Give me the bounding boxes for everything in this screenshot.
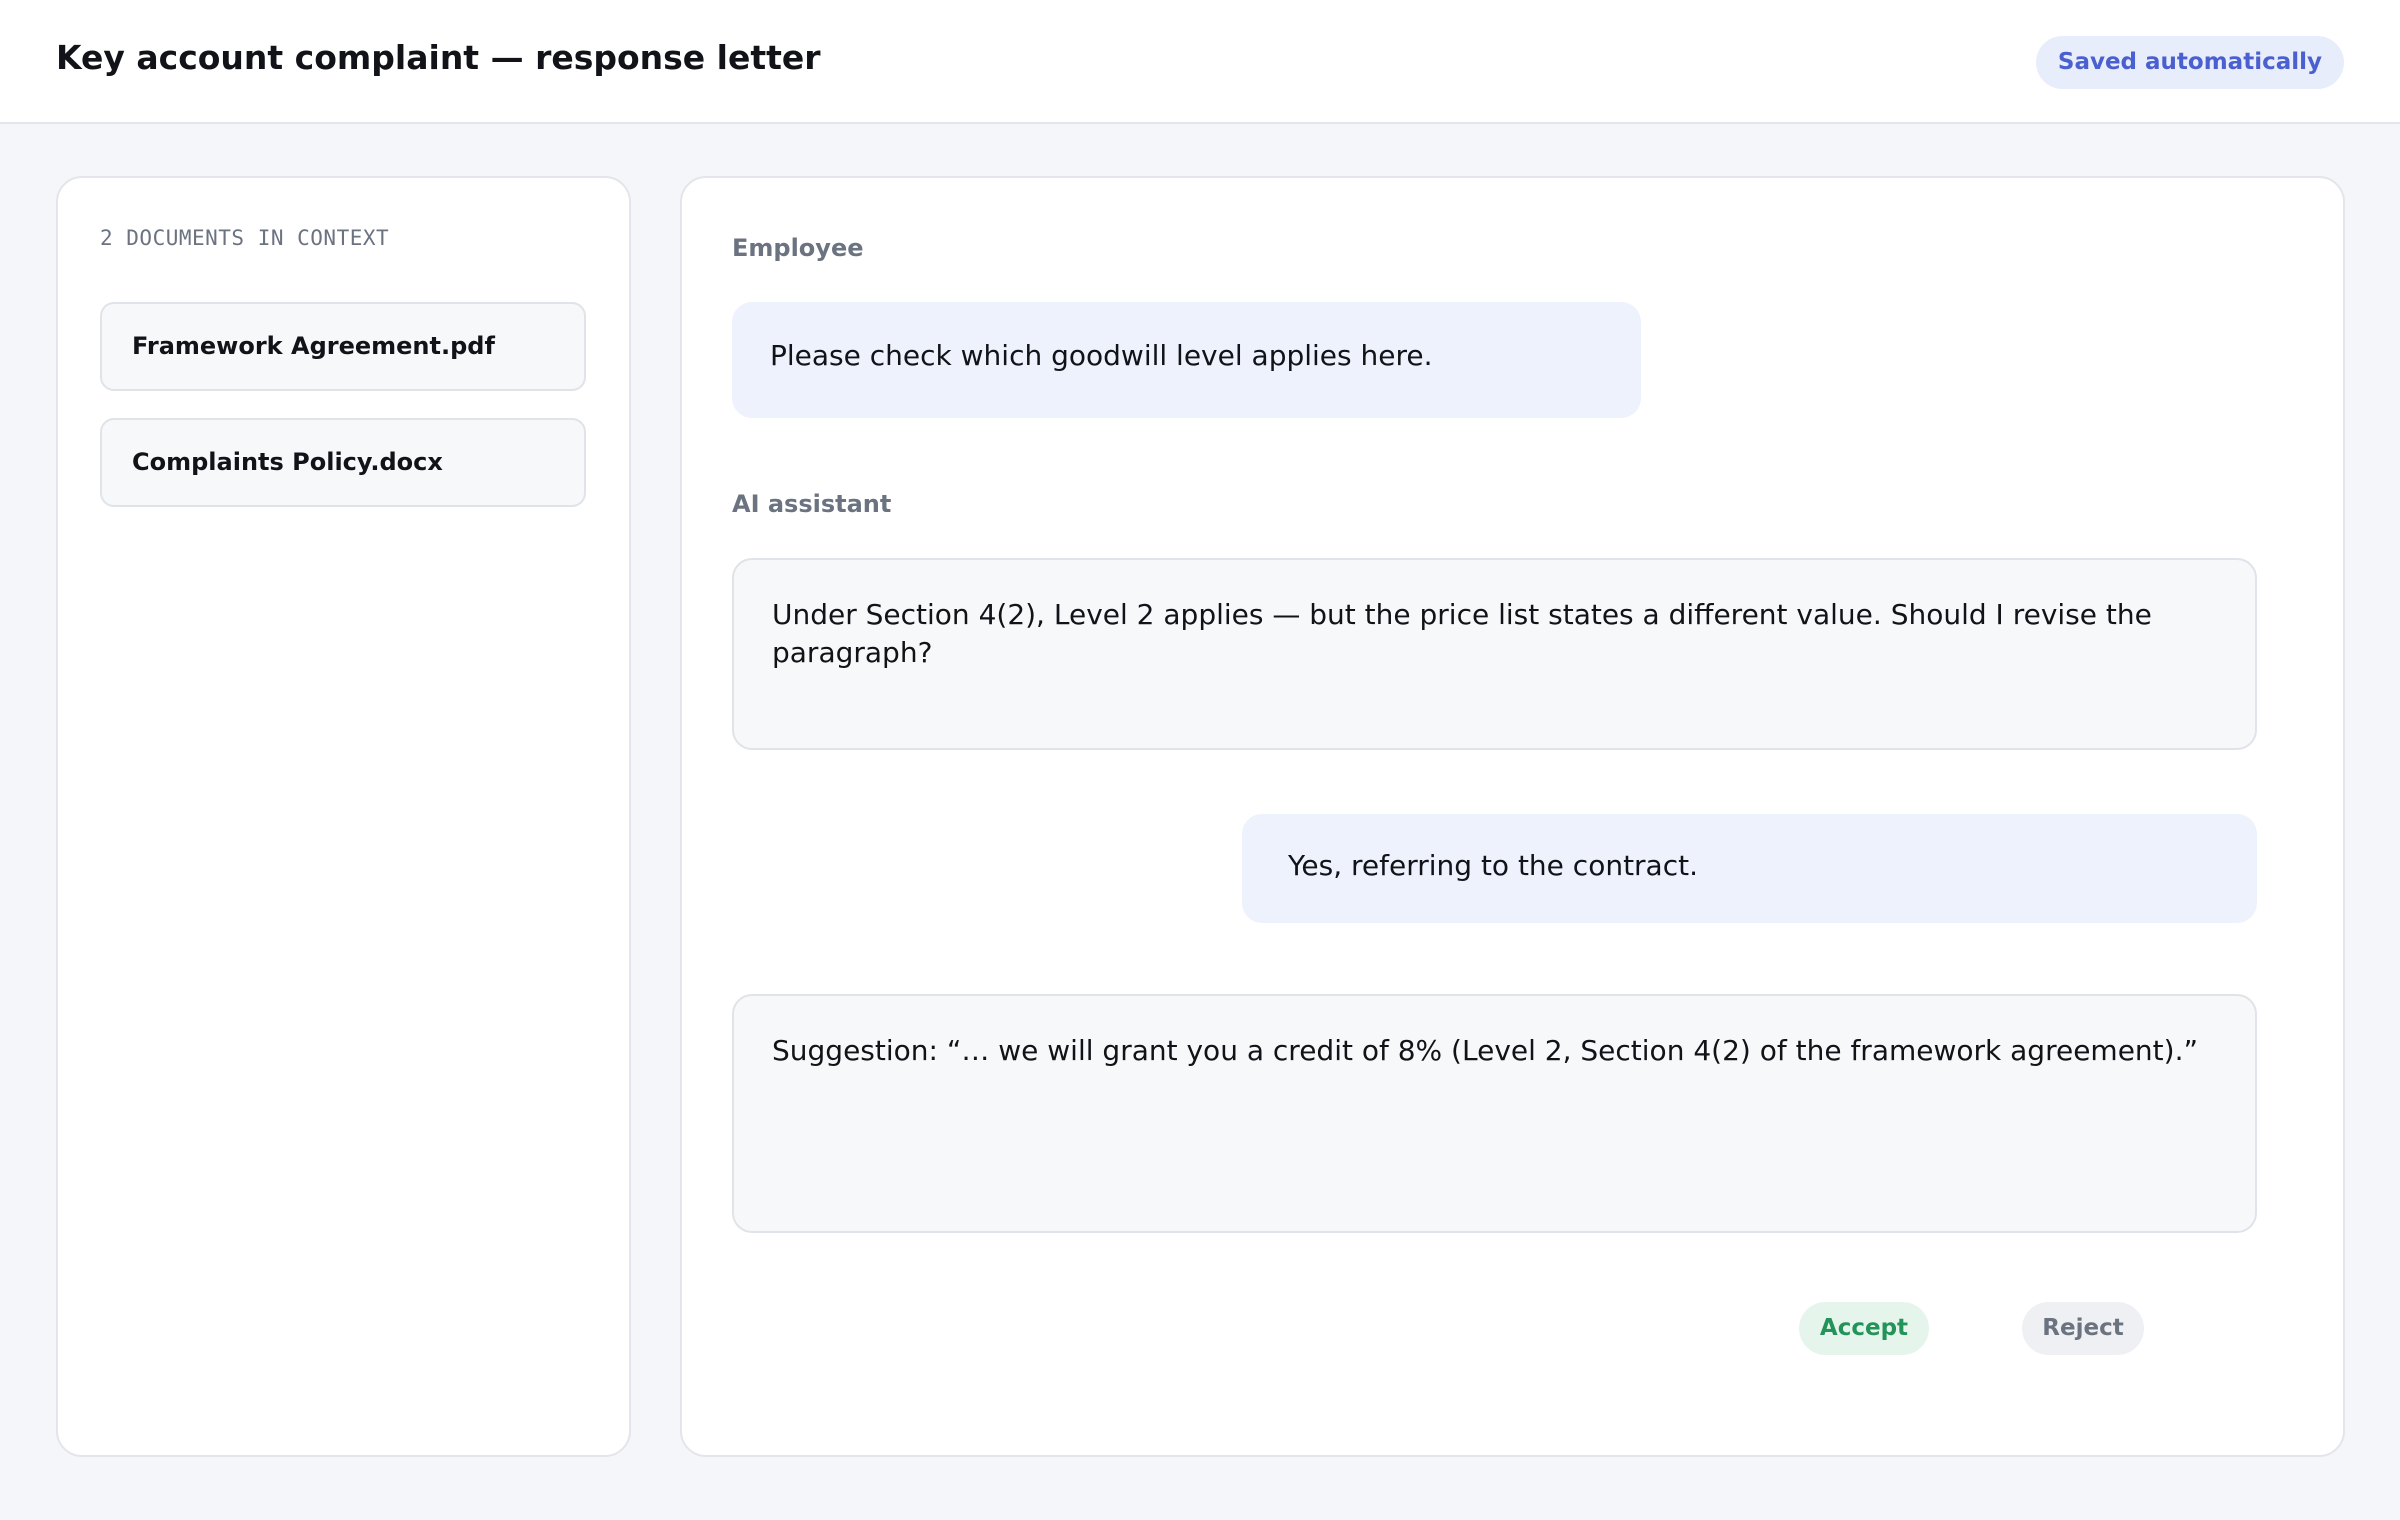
saved-status-badge: Saved automatically — [2035, 36, 2344, 89]
context-documents-label: 2 DOCUMENTS IN CONTEXT — [100, 226, 390, 250]
ai-suggestion-message: Suggestion: “… we will grant you a credi… — [732, 994, 2257, 1233]
speaker-label-employee: Employee — [732, 234, 864, 262]
document-card-complaints-policy[interactable]: Complaints Policy.docx — [100, 418, 586, 507]
ai-assistant-message: Under Section 4(2), Level 2 applies — bu… — [732, 558, 2257, 750]
reject-button[interactable]: Reject — [2022, 1302, 2144, 1355]
context-sidebar: 2 DOCUMENTS IN CONTEXT Framework Agreeme… — [56, 176, 631, 1457]
app-header: Key account complaint — response letter … — [0, 0, 2400, 124]
accept-button[interactable]: Accept — [1799, 1302, 1929, 1355]
employee-message: Please check which goodwill level applie… — [732, 302, 1641, 418]
employee-reply-message: Yes, referring to the contract. — [1242, 814, 2257, 923]
chat-panel: Employee Please check which goodwill lev… — [680, 176, 2345, 1457]
document-card-framework-agreement[interactable]: Framework Agreement.pdf — [100, 302, 586, 391]
page-title: Key account complaint — response letter — [56, 38, 821, 77]
speaker-label-ai-assistant: AI assistant — [732, 490, 892, 518]
